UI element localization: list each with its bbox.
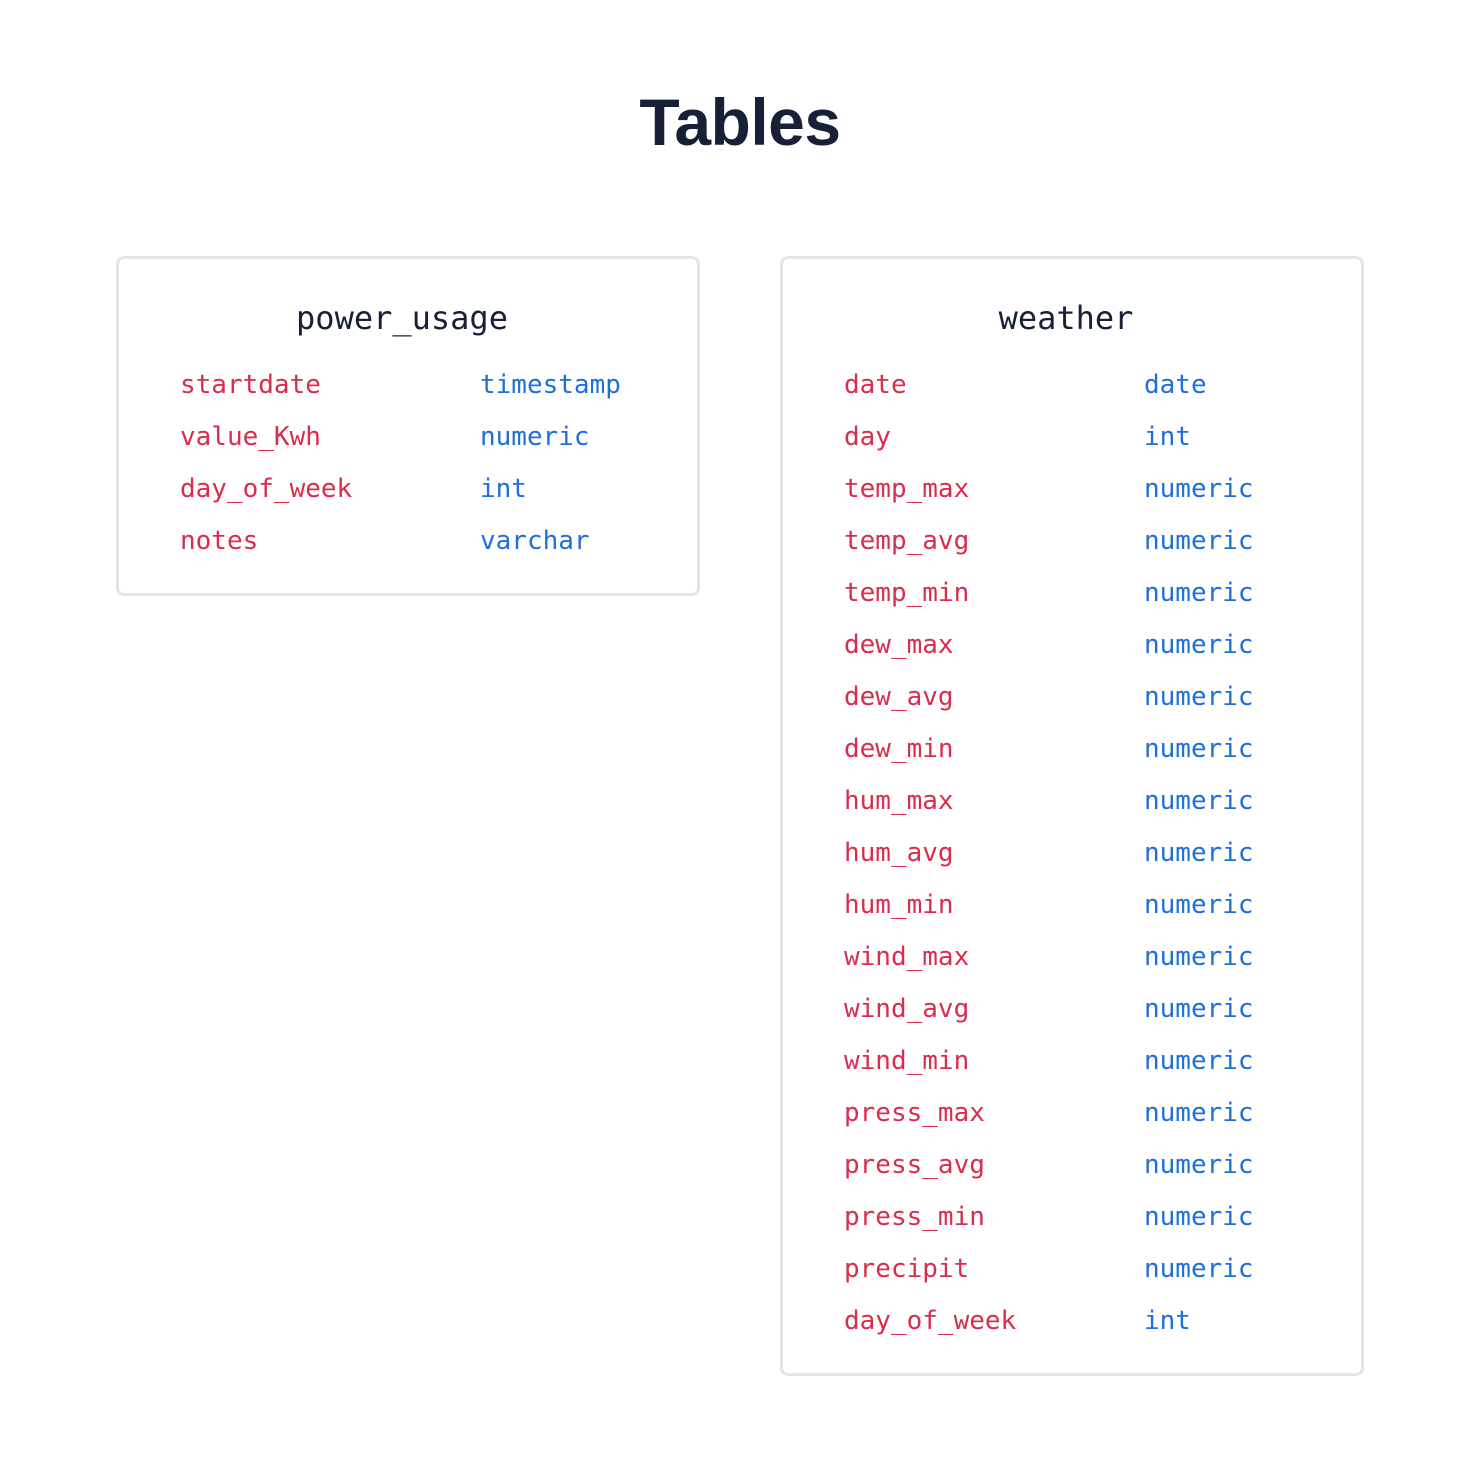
column-name: hum_min <box>844 890 954 920</box>
column-name: press_avg <box>844 1150 985 1180</box>
column-type: varchar <box>480 526 590 556</box>
column-type: numeric <box>1144 734 1254 764</box>
column-name: day <box>844 422 891 452</box>
column-name: hum_max <box>844 786 954 816</box>
column-type: numeric <box>480 422 590 452</box>
column-name: press_min <box>844 1202 985 1232</box>
column-type: numeric <box>1144 1098 1254 1128</box>
column-type: numeric <box>1144 890 1254 920</box>
column-type: numeric <box>1144 526 1254 556</box>
column-name: wind_avg <box>844 994 970 1024</box>
column-name: day_of_week <box>180 474 353 504</box>
column-name: temp_min <box>844 578 970 608</box>
column-type: numeric <box>1144 630 1254 660</box>
column-type: numeric <box>1144 1254 1254 1284</box>
column-type: numeric <box>1144 942 1254 972</box>
column-name: day_of_week <box>844 1306 1017 1336</box>
column-name: hum_avg <box>844 838 954 868</box>
table-card-power-usage: power_usage startdate timestamp value_Kwh n… <box>116 256 700 596</box>
column-name: precipit <box>844 1254 970 1284</box>
column-name: dew_min <box>844 734 954 764</box>
column-type: int <box>480 474 527 504</box>
column-type: numeric <box>1144 838 1254 868</box>
column-type: numeric <box>1144 786 1254 816</box>
column-name: temp_max <box>844 474 970 504</box>
table-name: weather <box>998 299 1134 337</box>
column-type: timestamp <box>480 370 621 400</box>
column-name: wind_min <box>844 1046 970 1076</box>
table-card-weather: weather date date day int temp_max numeric tem… <box>780 256 1364 1376</box>
table-name: power_usage <box>296 299 508 337</box>
column-type: int <box>1144 422 1191 452</box>
column-type: numeric <box>1144 994 1254 1024</box>
column-name: value_Kwh <box>180 422 321 452</box>
column-type: numeric <box>1144 578 1254 608</box>
page-title: Tables <box>639 85 841 159</box>
column-name: notes <box>180 526 259 556</box>
column-name: temp_avg <box>844 526 970 556</box>
column-name: wind_max <box>844 942 970 972</box>
column-name: startdate <box>180 370 321 400</box>
column-type: int <box>1144 1306 1191 1336</box>
column-type: date <box>1144 370 1207 400</box>
column-type: numeric <box>1144 1046 1254 1076</box>
column-name: dew_max <box>844 630 954 660</box>
column-type: numeric <box>1144 474 1254 504</box>
column-type: numeric <box>1144 1202 1254 1232</box>
column-type: numeric <box>1144 1150 1254 1180</box>
column-type: numeric <box>1144 682 1254 712</box>
column-name: press_max <box>844 1098 985 1128</box>
column-name: dew_avg <box>844 682 954 712</box>
column-name: date <box>844 370 907 400</box>
